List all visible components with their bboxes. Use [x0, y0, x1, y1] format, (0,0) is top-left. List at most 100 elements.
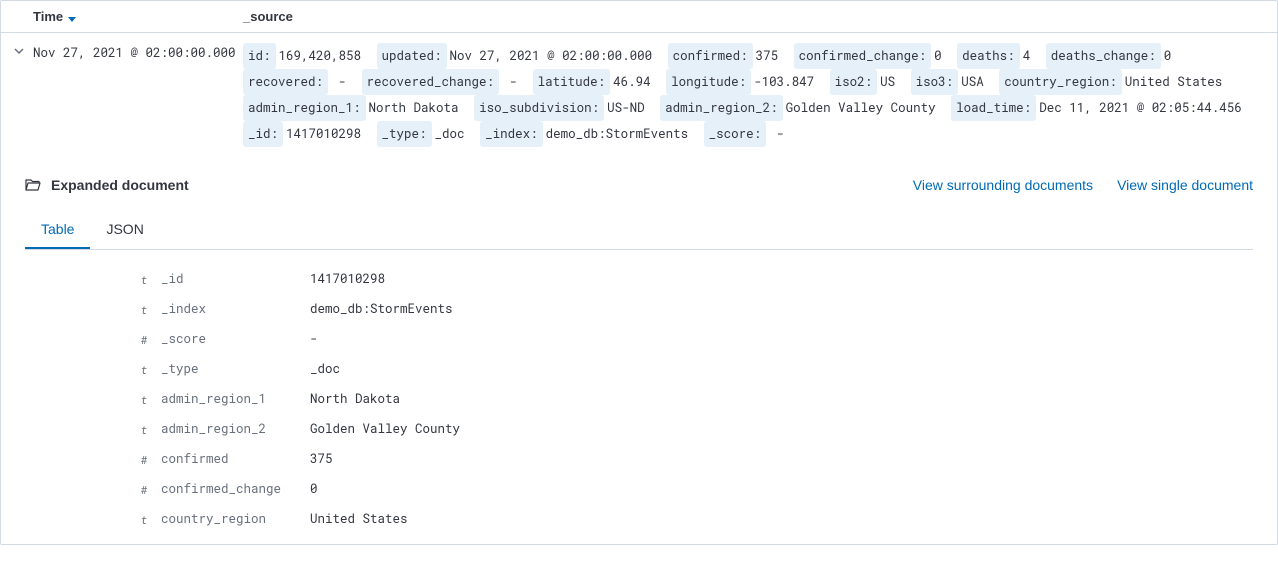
source-field-value: Golden Valley County — [786, 100, 944, 116]
text-type-icon: t — [135, 362, 153, 377]
field-name-label: admin_region_2 — [153, 421, 298, 437]
source-field-label: id: — [243, 43, 276, 69]
number-type-icon: # — [135, 482, 153, 497]
source-field-label: deaths_change: — [1046, 43, 1161, 69]
field-value: 1417010298 — [298, 271, 385, 287]
text-type-icon: t — [135, 392, 153, 407]
text-type-icon: t — [135, 512, 153, 527]
number-type-icon: # — [135, 332, 153, 347]
tab-json[interactable]: JSON — [90, 211, 159, 249]
source-field-value: Nov 27, 2021 @ 02:00:00.000 — [450, 48, 660, 64]
tab-table[interactable]: Table — [25, 211, 90, 249]
field-row[interactable]: #_score - — [25, 324, 1253, 354]
source-field-value: - — [769, 126, 784, 142]
field-value: 0 — [298, 481, 318, 497]
field-name-label: admin_region_1 — [153, 391, 298, 407]
field-name-label: _score — [153, 331, 298, 347]
source-field-label: admin_region_2: — [660, 95, 783, 121]
row-time-value: Nov 27, 2021 @ 02:00:00.000 — [33, 43, 243, 61]
source-field-value: North Dakota — [369, 100, 467, 116]
source-field-label: latitude: — [533, 69, 611, 95]
number-type-icon: # — [135, 452, 153, 467]
source-field-label: iso_subdivision: — [474, 95, 604, 121]
source-field-value: 4 — [1023, 48, 1038, 64]
text-type-icon: t — [135, 302, 153, 317]
time-column-header[interactable]: Time — [33, 9, 243, 24]
source-field-label: longitude: — [666, 69, 751, 95]
tabs: Table JSON — [25, 211, 1253, 250]
field-row[interactable]: #confirmed_change0 — [25, 474, 1253, 504]
field-name-label: _index — [153, 301, 298, 317]
text-type-icon: t — [135, 272, 153, 287]
chevron-down-icon — [13, 45, 25, 57]
source-field-value: 46.94 — [613, 74, 658, 90]
source-field-label: _score: — [704, 121, 767, 147]
source-field-value: 0 — [1164, 48, 1172, 64]
source-field-value: demo_db:StormEvents — [546, 126, 696, 142]
source-field-label: _type: — [377, 121, 432, 147]
expanded-header: Expanded document View surrounding docum… — [25, 177, 1253, 193]
view-surrounding-link[interactable]: View surrounding documents — [913, 177, 1093, 193]
source-field-label: confirmed: — [668, 43, 753, 69]
expanded-title-label: Expanded document — [51, 177, 189, 193]
field-value: United States — [298, 511, 408, 527]
source-field-label: admin_region_1: — [243, 95, 366, 121]
source-field-value: -103.847 — [754, 74, 822, 90]
source-field-value: United States — [1125, 74, 1223, 90]
source-column-header: _source — [243, 9, 1265, 24]
table-header: Time _source — [1, 1, 1277, 33]
source-field-value: _doc — [435, 126, 473, 142]
field-name-label: _type — [153, 361, 298, 377]
field-row[interactable]: tadmin_region_2Golden Valley County — [25, 414, 1253, 444]
source-header-label: _source — [243, 9, 293, 24]
source-field-label: iso3: — [911, 69, 959, 95]
view-single-link[interactable]: View single document — [1117, 177, 1253, 193]
source-field-value: USA — [961, 74, 991, 90]
source-field-value: - — [502, 74, 525, 90]
field-row[interactable]: t_id1417010298 — [25, 264, 1253, 294]
action-links: View surrounding documents View single d… — [913, 177, 1253, 193]
field-value: 375 — [298, 451, 333, 467]
row-source-content: id:169,420,858 updated:Nov 27, 2021 @ 02… — [243, 43, 1265, 147]
source-field-label: country_region: — [999, 69, 1122, 95]
field-value: North Dakota — [298, 391, 400, 407]
time-header-label: Time — [33, 9, 63, 24]
expanded-title: Expanded document — [25, 177, 189, 193]
expanded-document-section: Expanded document View surrounding docum… — [1, 165, 1277, 544]
expand-toggle[interactable] — [13, 43, 33, 60]
source-field-value: US-ND — [607, 100, 652, 116]
source-field-label: confirmed_change: — [794, 43, 932, 69]
folder-open-icon — [25, 177, 41, 193]
source-field-label: deaths: — [957, 43, 1020, 69]
source-field-value: 375 — [756, 48, 786, 64]
field-name-label: confirmed_change — [153, 481, 298, 497]
source-field-value: Dec 11, 2021 @ 02:05:44.456 — [1039, 100, 1242, 116]
source-field-label: iso2: — [830, 69, 878, 95]
source-field-value: 0 — [934, 48, 949, 64]
field-row[interactable]: tcountry_regionUnited States — [25, 504, 1253, 534]
field-row[interactable]: t_type_doc — [25, 354, 1253, 384]
source-field-value: US — [880, 74, 903, 90]
sort-desc-icon — [67, 12, 77, 22]
source-field-value: 169,420,858 — [279, 48, 369, 64]
source-field-label: _id: — [243, 121, 283, 147]
document-panel: Time _source Nov 27, 2021 @ 02:00:00.000… — [0, 0, 1278, 545]
table-row[interactable]: Nov 27, 2021 @ 02:00:00.000 id:169,420,8… — [1, 33, 1277, 165]
field-value: Golden Valley County — [298, 421, 460, 437]
field-name-label: confirmed — [153, 451, 298, 467]
field-name-label: country_region — [153, 511, 298, 527]
source-field-label: recovered: — [243, 69, 328, 95]
source-field-value: 1417010298 — [286, 126, 369, 142]
source-field-label: load_time: — [951, 95, 1036, 121]
expand-column — [13, 9, 33, 24]
field-row[interactable]: t_indexdemo_db:StormEvents — [25, 294, 1253, 324]
field-row[interactable]: tadmin_region_1North Dakota — [25, 384, 1253, 414]
source-field-value: - — [331, 74, 354, 90]
field-value: _doc — [298, 361, 340, 377]
field-name-label: _id — [153, 271, 298, 287]
field-row[interactable]: #confirmed375 — [25, 444, 1253, 474]
field-value: demo_db:StormEvents — [298, 301, 453, 317]
text-type-icon: t — [135, 422, 153, 437]
source-field-label: updated: — [377, 43, 447, 69]
field-table: t_id1417010298t_indexdemo_db:StormEvents… — [25, 264, 1253, 544]
